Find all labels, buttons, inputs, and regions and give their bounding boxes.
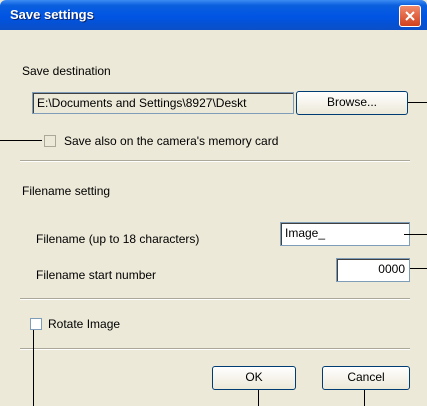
cancel-button[interactable]: Cancel — [322, 366, 410, 390]
window-title: Save settings — [10, 7, 94, 22]
separator-2 — [20, 298, 410, 300]
start-number-input[interactable]: 0000 — [336, 258, 410, 282]
rotate-image-label: Rotate Image — [48, 317, 121, 331]
filename-input[interactable]: Image_ — [280, 222, 410, 246]
browse-button[interactable]: Browse... — [296, 91, 408, 115]
close-icon — [405, 11, 415, 21]
close-button[interactable] — [399, 5, 421, 27]
title-bar[interactable]: Save settings — [0, 0, 427, 30]
save-settings-dialog: Save settings Save destination E:\Docume… — [0, 0, 427, 406]
rotate-image-checkbox[interactable] — [30, 318, 42, 330]
callout-line-start-number — [410, 268, 427, 269]
callout-line-browse — [408, 102, 427, 103]
separator-3 — [20, 348, 410, 350]
save-destination-path-field[interactable]: E:\Documents and Settings\8927\Deskt — [32, 92, 294, 114]
ok-button[interactable]: OK — [212, 366, 296, 390]
callout-line-filename — [404, 234, 427, 235]
start-number-label: Filename start number — [36, 268, 157, 282]
callout-line-cancel — [364, 390, 365, 406]
filename-setting-heading: Filename setting — [22, 184, 111, 198]
save-also-label: Save also on the camera's memory card — [64, 134, 279, 148]
callout-line-save-also — [0, 140, 42, 141]
separator-1 — [20, 160, 410, 162]
save-also-checkbox[interactable] — [44, 135, 56, 147]
callout-line-rotate — [33, 330, 34, 406]
callout-line-ok — [258, 390, 259, 406]
save-destination-heading: Save destination — [22, 64, 111, 78]
filename-label: Filename (up to 18 characters) — [36, 232, 200, 246]
